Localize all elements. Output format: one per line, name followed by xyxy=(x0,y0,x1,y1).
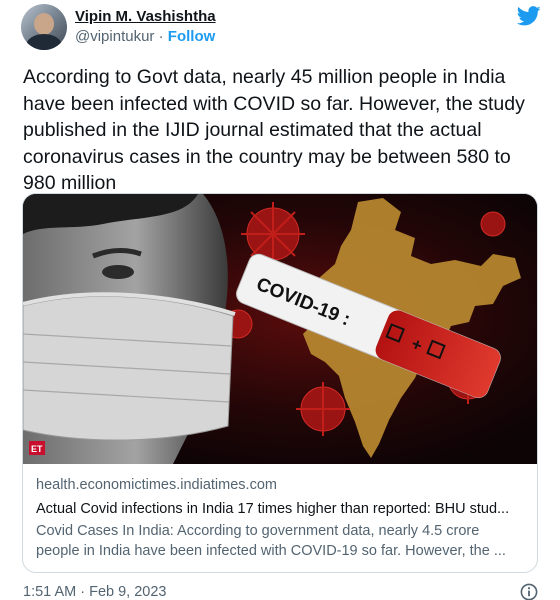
tweet-text: According to Govt data, nearly 45 millio… xyxy=(23,66,525,194)
twitter-bird-icon[interactable] xyxy=(517,6,541,26)
tweet-footer: 1:51 AM · Feb 9, 2023 xyxy=(23,582,538,600)
link-card[interactable]: COVID-19 : + ET health.economictimes.ind… xyxy=(22,193,538,573)
tweet-embed: Vipin M. Vashishtha @vipintukur · Follow… xyxy=(0,0,560,600)
user-block: Vipin M. Vashishtha @vipintukur · Follow xyxy=(75,7,216,47)
avatar[interactable] xyxy=(21,4,67,50)
tweet-header: Vipin M. Vashishtha @vipintukur · Follow xyxy=(21,4,541,50)
info-icon[interactable] xyxy=(520,583,538,600)
card-description: Covid Cases In India: According to gover… xyxy=(36,523,506,559)
card-meta: health.economictimes.indiatimes.com Actu… xyxy=(36,475,526,561)
card-image[interactable]: COVID-19 : + ET xyxy=(23,194,537,464)
et-logo-mark: ET xyxy=(31,444,43,454)
card-domain: health.economictimes.indiatimes.com xyxy=(36,477,277,493)
handle-row: @vipintukur · Follow xyxy=(75,27,216,47)
author-display-name[interactable]: Vipin M. Vashishtha xyxy=(75,7,216,27)
card-image-illustration: COVID-19 : + ET xyxy=(23,194,537,464)
avatar-body-shape xyxy=(26,34,62,50)
author-handle[interactable]: @vipintukur xyxy=(75,28,154,45)
tweet-timestamp[interactable]: 1:51 AM · Feb 9, 2023 xyxy=(23,584,166,600)
avatar-face-shape xyxy=(34,13,54,35)
handle-separator: · xyxy=(158,28,164,45)
follow-link[interactable]: Follow xyxy=(168,28,216,45)
card-title: Actual Covid infections in India 17 time… xyxy=(36,501,510,517)
